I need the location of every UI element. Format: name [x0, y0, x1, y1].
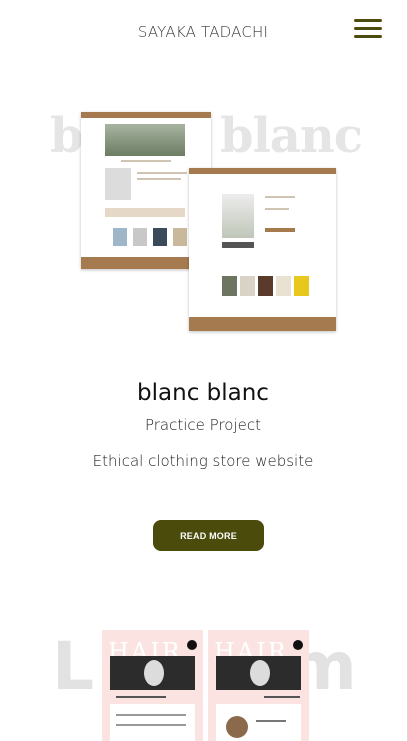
mockup-add-button: [265, 228, 295, 232]
mockup-text: [137, 178, 181, 180]
mockup-photo: [110, 656, 195, 690]
mockup-banner: [105, 208, 185, 217]
mockup-product-image: [222, 194, 254, 238]
mockup-hero-image: [105, 124, 185, 156]
mockup-footer: [189, 317, 336, 331]
mockup-product-image: [105, 168, 131, 200]
website-mockup-product: [189, 168, 336, 331]
mockup-thumbnail: [276, 276, 291, 296]
project-hero-image[interactable]: b blanc: [50, 108, 370, 334]
project-description: Ethical clothing store website: [92, 452, 314, 470]
mockup-text: [264, 696, 300, 698]
mockup-text: [137, 172, 187, 174]
hero-background-word: b: [50, 108, 84, 164]
menu-bar: [354, 19, 382, 22]
project-hero-image[interactable]: L m HAIR HAIR: [52, 628, 364, 741]
calendar-card: [110, 704, 195, 741]
hero-background-word: L: [52, 628, 95, 705]
mockup-thumbnail: [222, 276, 237, 296]
mockup-thumb-row: [222, 242, 254, 248]
menu-bar: [354, 35, 382, 38]
mockup-thumbnail: [173, 228, 187, 246]
hero-background-word: blanc: [220, 108, 363, 164]
stylist-avatar: [226, 716, 248, 738]
app-mockup-screen: HAIR: [102, 630, 203, 741]
avatar: [187, 640, 197, 650]
mockup-text: [256, 720, 286, 722]
hamburger-menu-icon[interactable]: [354, 19, 382, 39]
read-more-button[interactable]: READ MORE: [153, 520, 264, 551]
project-title: blanc blanc: [137, 380, 269, 406]
mockup-thumbnail: [153, 228, 167, 246]
mockup-nav: [81, 112, 211, 118]
mockup-text: [265, 208, 289, 210]
app-mockup-screen: HAIR: [208, 630, 309, 741]
mockup-photo: [216, 656, 301, 690]
mockup-text: [265, 196, 295, 198]
mockup-text: [121, 160, 171, 162]
mockup-text: [116, 696, 166, 698]
avatar: [293, 640, 303, 650]
page: SAYAKA TADACHI b blanc blanc blanc Pract…: [0, 0, 408, 741]
mockup-thumbnail: [258, 276, 273, 296]
menu-bar: [354, 27, 382, 30]
project-subtitle: Practice Project: [144, 416, 261, 434]
mockup-text: [116, 714, 186, 716]
mockup-thumbnail: [133, 228, 147, 246]
mockup-thumbnail: [240, 276, 255, 296]
mockup-text: [116, 724, 186, 726]
site-title[interactable]: SAYAKA TADACHI: [0, 23, 406, 41]
mockup-nav: [189, 168, 336, 174]
mockup-thumbnail: [294, 276, 309, 296]
mockup-thumbnail: [113, 228, 127, 246]
